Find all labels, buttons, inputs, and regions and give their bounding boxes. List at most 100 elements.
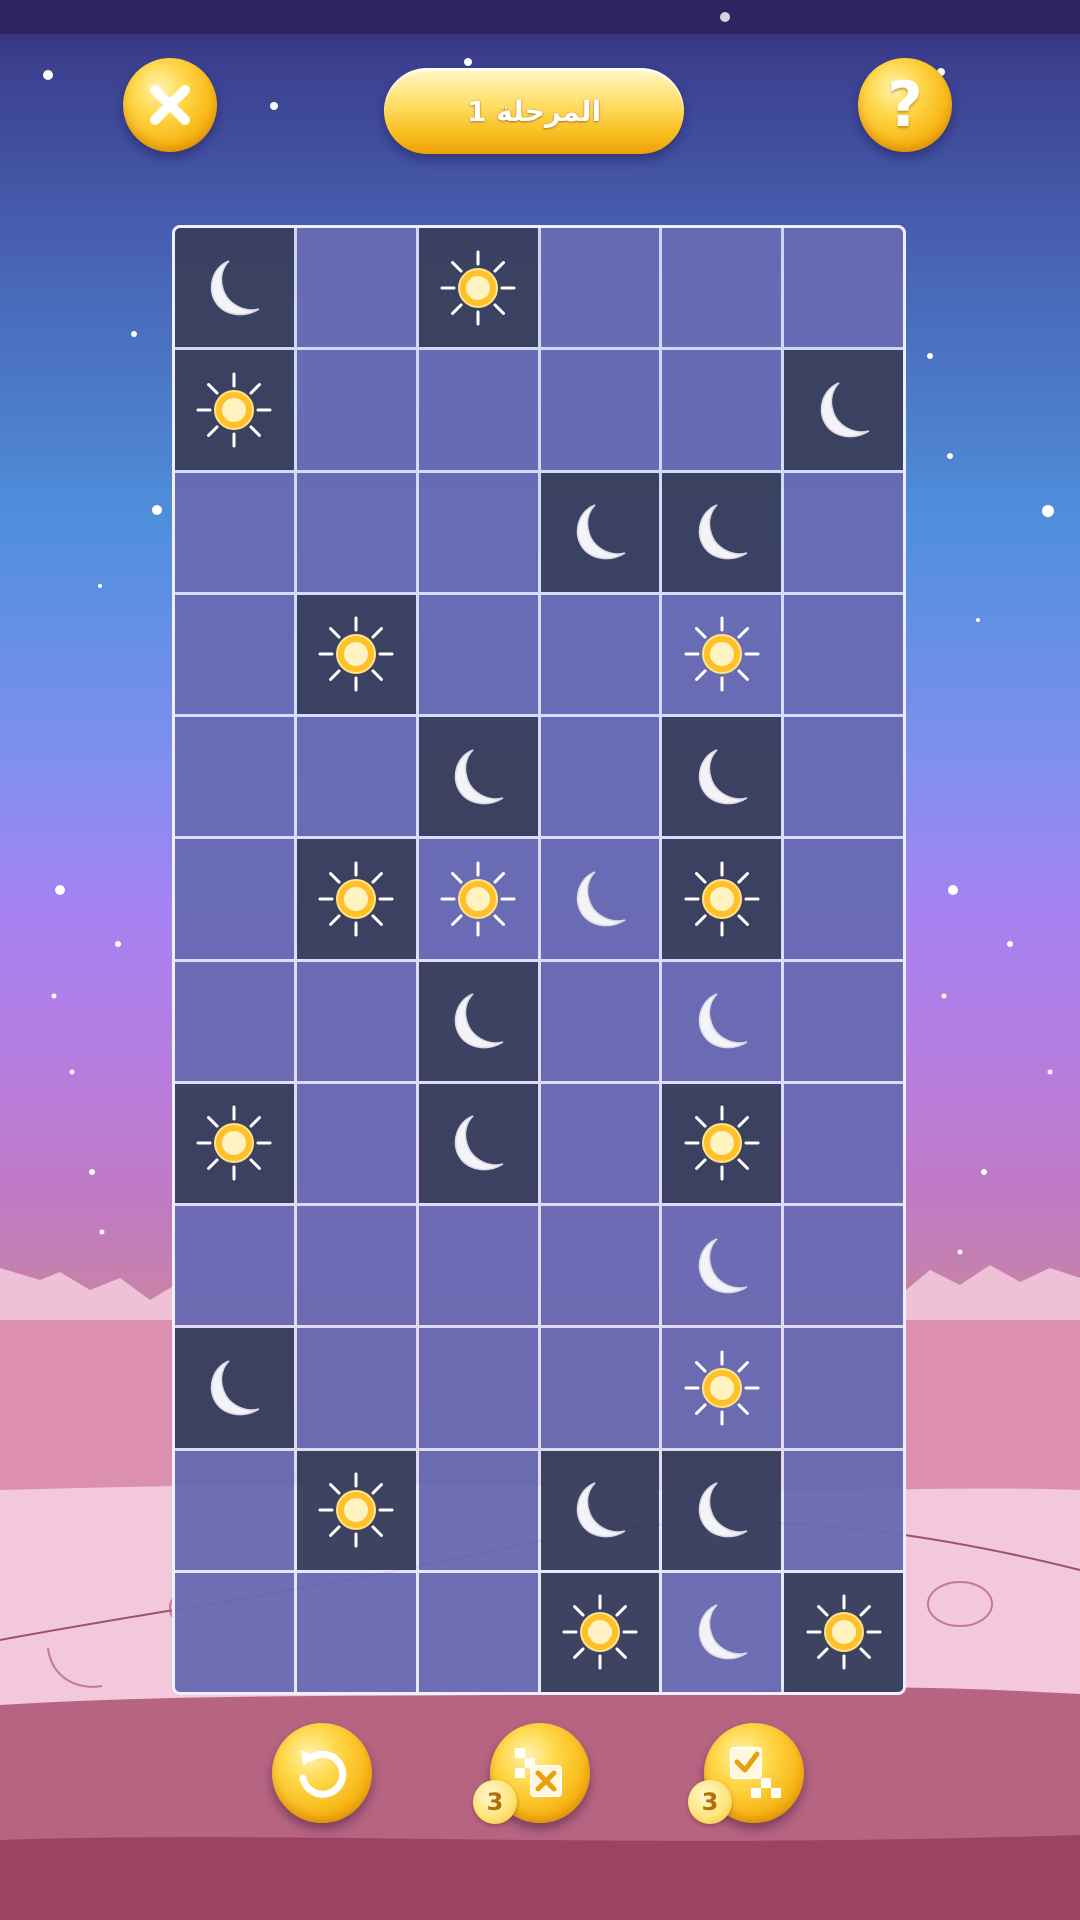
board-cell[interactable] — [418, 350, 538, 470]
sun-icon — [196, 372, 272, 448]
board-cell[interactable] — [662, 961, 782, 1081]
board-cell[interactable] — [784, 1328, 903, 1448]
sun-icon — [440, 861, 516, 937]
board-cell — [662, 839, 782, 959]
board-cell[interactable] — [540, 228, 660, 348]
question-mark-icon: ? — [887, 68, 923, 141]
moon-icon — [211, 259, 260, 315]
board-cell — [418, 961, 538, 1081]
board-cell[interactable] — [540, 350, 660, 470]
close-button[interactable] — [123, 58, 217, 152]
board-cell[interactable] — [175, 1206, 294, 1326]
sun-icon — [684, 861, 760, 937]
board-cell[interactable] — [784, 839, 903, 959]
board-cell[interactable] — [540, 1206, 660, 1326]
board-cell[interactable] — [175, 1450, 294, 1570]
board-cell — [784, 350, 903, 470]
board-cell[interactable] — [784, 228, 903, 348]
board-cell[interactable] — [175, 839, 294, 959]
board-cell[interactable] — [540, 1328, 660, 1448]
board-cell[interactable] — [418, 1450, 538, 1570]
board-cell — [540, 1572, 660, 1692]
board-cell — [540, 472, 660, 592]
board-cell[interactable] — [296, 961, 416, 1081]
board-cell[interactable] — [418, 1572, 538, 1692]
sun-icon — [318, 1472, 394, 1548]
board-cell — [662, 472, 782, 592]
sun-icon — [562, 1594, 638, 1670]
moon-icon — [698, 1604, 748, 1660]
board-cell[interactable] — [662, 1328, 782, 1448]
board-cell[interactable] — [296, 472, 416, 592]
board-cell[interactable] — [662, 228, 782, 348]
board-cell[interactable] — [784, 1206, 903, 1326]
board-cell[interactable] — [418, 1328, 538, 1448]
hint-check-count-badge: 3 — [688, 1780, 732, 1824]
board-cell — [175, 350, 294, 470]
moon-icon — [820, 382, 869, 438]
board-cell[interactable] — [296, 1328, 416, 1448]
board-cell — [418, 717, 538, 837]
board-cell — [175, 1328, 294, 1448]
board-cell[interactable] — [175, 1572, 294, 1692]
board-cell[interactable] — [175, 717, 294, 837]
board-cell[interactable] — [540, 717, 660, 837]
help-button[interactable]: ? — [858, 58, 952, 152]
moon-icon — [454, 993, 504, 1049]
board-cell[interactable] — [540, 961, 660, 1081]
board-cell[interactable] — [296, 350, 416, 470]
board-cell[interactable] — [296, 1083, 416, 1203]
moon-icon — [576, 504, 626, 560]
board-cell[interactable] — [296, 1206, 416, 1326]
board-cell — [662, 1083, 782, 1203]
board-cell — [296, 1450, 416, 1570]
board-cell[interactable] — [540, 839, 660, 959]
moon-icon — [454, 1115, 504, 1171]
board-cell[interactable] — [418, 839, 538, 959]
board-cell[interactable] — [175, 594, 294, 714]
board-cell — [175, 1083, 294, 1203]
board-cell — [784, 1572, 903, 1692]
board-cell[interactable] — [296, 717, 416, 837]
moon-icon — [698, 748, 748, 804]
moon-icon — [698, 504, 748, 560]
board-cell[interactable] — [296, 1572, 416, 1692]
moon-icon — [576, 871, 626, 927]
undo-button[interactable] — [272, 1723, 372, 1823]
board-cell[interactable] — [784, 1083, 903, 1203]
board-cell — [662, 717, 782, 837]
board-cell[interactable] — [784, 594, 903, 714]
level-label: المرحلة 1 — [466, 94, 602, 128]
board-cell[interactable] — [662, 1572, 782, 1692]
undo-arrow-icon — [299, 1750, 347, 1798]
moon-icon — [698, 1237, 748, 1293]
board-cell[interactable] — [784, 961, 903, 1081]
board-cell[interactable] — [784, 717, 903, 837]
sun-icon — [684, 616, 760, 692]
board-cell[interactable] — [418, 472, 538, 592]
board-cell[interactable] — [784, 1450, 903, 1570]
board-cell[interactable] — [784, 472, 903, 592]
board-cell — [418, 228, 538, 348]
board-cell[interactable] — [662, 350, 782, 470]
level-indicator: المرحلة 1 — [384, 68, 684, 154]
moon-icon — [698, 993, 748, 1049]
board-cell — [418, 1083, 538, 1203]
game-board-grid — [172, 225, 906, 1695]
board-cell — [540, 1450, 660, 1570]
board-cell[interactable] — [540, 594, 660, 714]
board-cell[interactable] — [418, 594, 538, 714]
board-cell[interactable] — [662, 1206, 782, 1326]
board-cell[interactable] — [175, 472, 294, 592]
board-cell — [296, 839, 416, 959]
sun-icon — [684, 1105, 760, 1181]
board-cell[interactable] — [540, 1083, 660, 1203]
board-cell[interactable] — [662, 594, 782, 714]
sun-icon — [440, 250, 516, 326]
close-x-icon — [150, 85, 190, 125]
board-cell[interactable] — [296, 228, 416, 348]
grid-x-hint-icon — [515, 1748, 562, 1797]
board-cell[interactable] — [175, 961, 294, 1081]
sun-icon — [684, 1350, 760, 1426]
board-cell[interactable] — [418, 1206, 538, 1326]
